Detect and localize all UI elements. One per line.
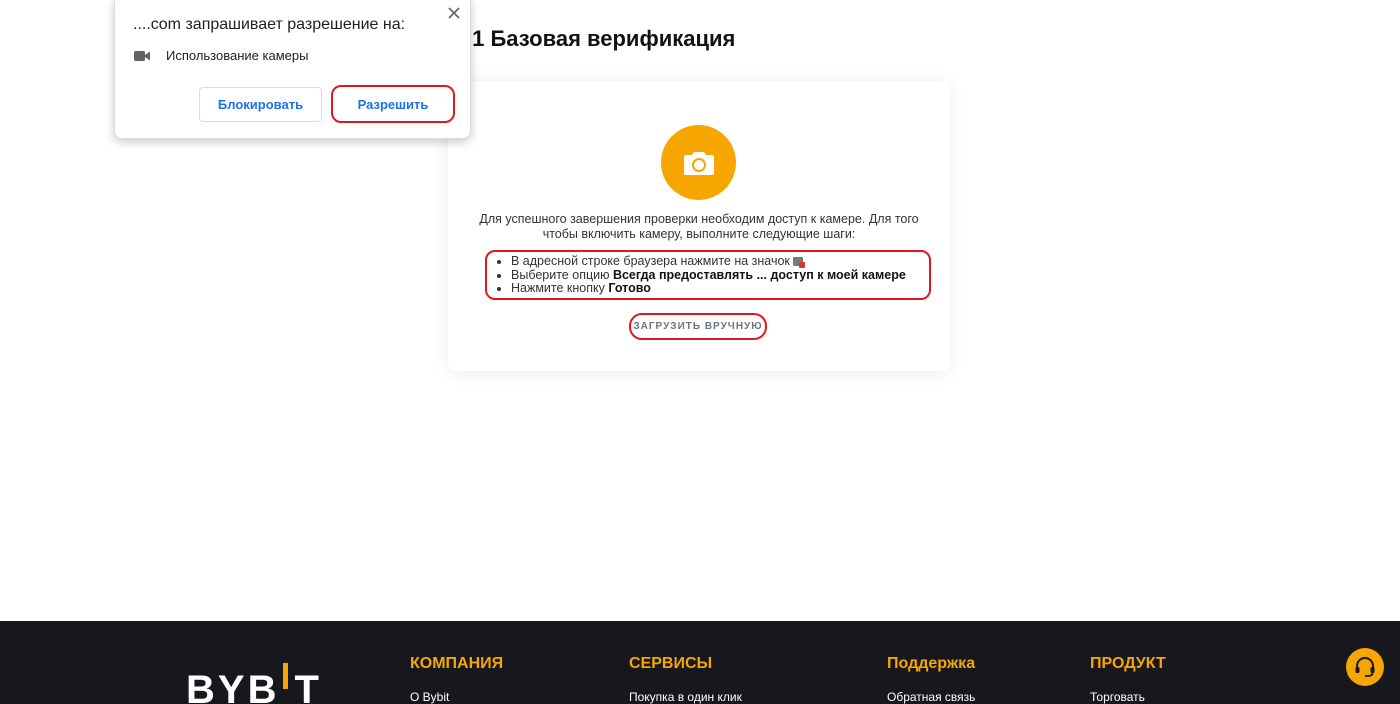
video-camera-icon	[134, 50, 150, 61]
step-item: В адресной строке браузера нажмите на зн…	[511, 254, 906, 269]
steps-list: В адресной строке браузера нажмите на зн…	[511, 254, 906, 296]
footer-heading: ПРОДУКТ	[1090, 655, 1166, 672]
footer-link[interactable]: Обратная связь	[887, 690, 975, 704]
step-item: Нажмите кнопку Готово	[511, 281, 906, 296]
manual-upload-button[interactable]: ЗАГРУЗИТЬ ВРУЧНУЮ	[629, 313, 767, 340]
footer-column-support: Поддержка Обратная связь	[887, 655, 975, 704]
camera-icon	[683, 151, 714, 175]
footer-link[interactable]: Торговать	[1090, 690, 1166, 704]
footer-heading: КОМПАНИЯ	[410, 655, 504, 672]
bybit-logo[interactable]: BYB T	[186, 663, 322, 704]
footer-heading: СЕРВИСЫ	[629, 655, 713, 672]
allow-button[interactable]: Разрешить	[331, 85, 455, 123]
site-settings-icon	[792, 257, 805, 268]
footer-column-services: СЕРВИСЫ Покупка в один клик	[629, 655, 742, 704]
footer-link[interactable]: Покупка в один клик	[629, 690, 742, 704]
close-icon[interactable]	[445, 4, 463, 22]
camera-instructions-text: Для успешного завершения проверки необхо…	[479, 212, 919, 241]
popup-title: ....com запрашивает разрешение на:	[133, 16, 406, 33]
footer: BYB T КОМПАНИЯ О Bybit СЕРВИСЫ Покупка в …	[0, 621, 1400, 704]
camera-permission-popup: ....com запрашивает разрешение на: Испол…	[114, 0, 471, 139]
footer-column-company: КОМПАНИЯ О Bybit	[410, 655, 503, 704]
step-item: Выберите опцию Всегда предоставлять ... …	[511, 268, 906, 283]
permission-label: Использование камеры	[166, 48, 309, 63]
footer-heading: Поддержка	[887, 655, 976, 672]
camera-icon-circle	[661, 125, 736, 200]
block-button[interactable]: Блокировать	[199, 87, 322, 122]
footer-link[interactable]: О Bybit	[410, 690, 503, 704]
camera-access-card: Для успешного завершения проверки необхо…	[448, 81, 950, 371]
permission-row: Использование камеры	[134, 48, 308, 63]
headset-icon	[1355, 657, 1375, 677]
page-title: .1 Базовая верификация	[466, 26, 736, 51]
support-chat-button[interactable]	[1346, 648, 1384, 686]
footer-column-product: ПРОДУКТ Торговать	[1090, 655, 1166, 704]
